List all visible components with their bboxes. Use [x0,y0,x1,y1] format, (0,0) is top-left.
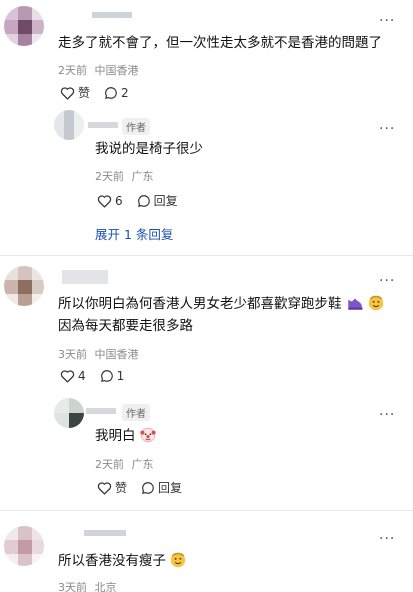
comment-meta: 3天前 北京 [58,579,117,592]
like-label: 赞 [115,481,128,495]
comment-bubble-icon [105,86,117,99]
timestamp: 3天前 [58,581,87,592]
comment-text-line: 所以香港没有瘦子 [58,551,186,572]
reply-label: 回复 [158,481,183,495]
location: 北京 [94,581,117,592]
reply-button[interactable]: 2 [104,86,129,100]
more-dots-icon[interactable]: ··· [379,122,395,136]
timestamp: 3天前 [58,348,87,361]
timestamp: 2天前 [58,64,87,77]
comment-text: 所以你明白為何香港人男女老少都喜歡穿跑步鞋 [58,296,342,312]
reply-text: 我明白 [95,428,136,444]
author-badge: 作者 [122,118,150,135]
more-dots-icon[interactable]: ··· [379,274,395,288]
timestamp: 2天前 [95,170,124,183]
more-dots-icon[interactable]: ··· [379,408,395,422]
reply-button[interactable]: 回复 [137,192,178,209]
comment-text-line1: 所以你明白為何香港人男女老少都喜歡穿跑步鞋 [58,294,384,315]
like-count: 4 [78,369,86,383]
reply-text: 我说的是椅子很少 [95,141,203,157]
username-redacted[interactable] [62,270,108,284]
reply-meta: 2天前 广东 [95,456,154,472]
avatar[interactable] [4,526,44,566]
face-emoji-icon [171,552,186,568]
like-button[interactable]: 6 [97,194,123,208]
avatar[interactable] [4,6,44,46]
location: 广东 [131,458,154,471]
heart-icon [60,86,75,100]
comment-text: 走多了就不會了，但一次性走太多就不是香港的問題了 [58,35,382,51]
reply-label: 回复 [153,194,178,208]
reply-meta: 2天前 广东 [95,168,154,184]
clown-face-icon [140,427,156,443]
heart-icon [60,370,75,383]
reply-actions: 赞 回复 [97,479,196,496]
username-redacted[interactable] [88,122,118,128]
face-emoji-icon [368,295,384,311]
username-redacted[interactable] [86,408,116,414]
running-shoe-icon [348,298,363,310]
comment-bubble-icon [142,481,154,494]
comment-text: 所以香港没有瘦子 [58,553,166,569]
comment-actions: 4 1 [60,369,138,383]
comment-text-line2: 因為每天都要走很多路 [58,318,193,334]
comment-actions: 赞 2 [60,84,143,101]
author-badge: 作者 [122,404,150,421]
comment-bubble-icon [137,194,150,207]
location: 中国香港 [94,348,139,361]
location: 广东 [131,170,154,183]
divider [0,255,413,256]
comment-bubble-icon [100,370,113,382]
more-dots-icon[interactable]: ··· [379,532,395,546]
more-dots-icon[interactable]: ··· [379,14,395,28]
comment-meta: 3天前 中国香港 [58,346,139,362]
avatar[interactable] [54,110,84,140]
like-count: 6 [115,193,123,208]
reply-button[interactable]: 1 [100,369,125,383]
heart-icon [97,194,112,208]
reply-text-line: 我明白 [95,426,156,447]
reply-count: 2 [121,85,129,100]
reply-button[interactable]: 回复 [141,479,182,496]
like-button[interactable]: 赞 [60,84,90,101]
heart-icon [97,481,112,495]
avatar[interactable] [54,398,84,428]
location: 中国香港 [94,64,139,77]
like-button[interactable]: 赞 [97,479,127,496]
comment-meta: 2天前 中国香港 [58,62,139,78]
divider [0,510,413,511]
username-redacted[interactable] [92,12,132,18]
reply-count: 1 [116,369,125,383]
expand-replies-link[interactable]: 展开 1 条回复 [95,224,173,243]
like-button[interactable]: 4 [60,369,86,383]
avatar[interactable] [4,266,44,306]
reply-actions: 6 回复 [97,192,192,209]
username-redacted[interactable] [84,530,126,536]
timestamp: 2天前 [95,458,124,471]
like-label: 赞 [78,86,91,100]
